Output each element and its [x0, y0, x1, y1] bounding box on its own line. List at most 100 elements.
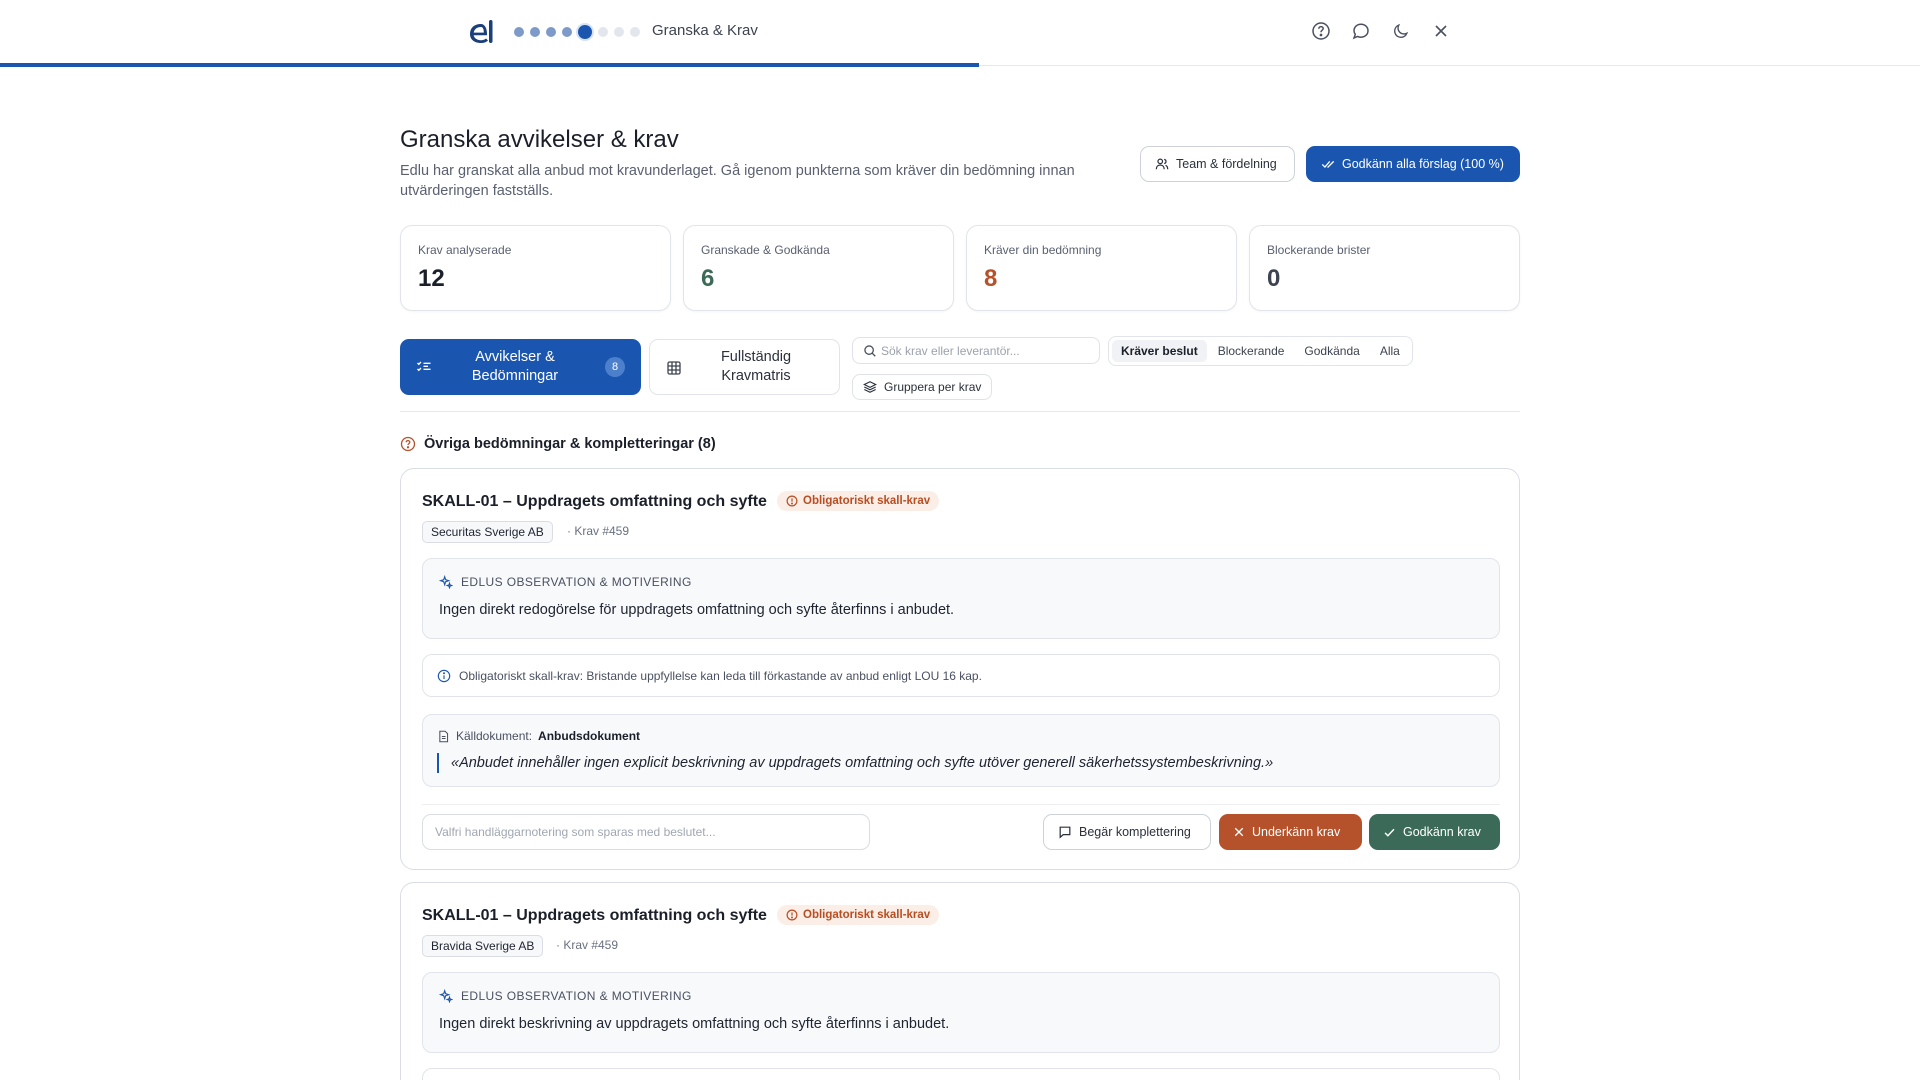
step-dot	[578, 25, 592, 39]
step-dot	[562, 27, 572, 37]
step-progress-dots	[514, 25, 640, 39]
request-completion-label: Begär komplettering	[1079, 825, 1191, 839]
table-grid-icon	[667, 361, 681, 375]
requirement-title: SKALL-01 – Uppdragets omfattning och syf…	[422, 907, 767, 924]
document-icon	[439, 730, 449, 742]
step-dot	[530, 27, 540, 37]
observation-heading-label: EDLUS OBSERVATION & MOTIVERING	[461, 575, 692, 589]
step-dot	[598, 27, 608, 37]
source-heading: Källdokument: Anbudsdokument	[437, 729, 640, 743]
approve-all-label: Godkänn alla förslag (100 %)	[1342, 157, 1504, 171]
users-icon	[1155, 158, 1169, 170]
team-distribution-button[interactable]: Team & fördelning	[1140, 146, 1295, 182]
moon-icon[interactable]	[1390, 20, 1412, 42]
chat-icon[interactable]	[1350, 20, 1372, 42]
tab-deviations[interactable]: Avvikelser & Bedömningar 8	[400, 339, 641, 395]
source-label: Källdokument:	[456, 729, 533, 743]
requirement-ref: · Krav #459	[556, 938, 619, 952]
stat-label: Blockerande brister	[1267, 243, 1371, 257]
approve-all-button[interactable]: Godkänn alla förslag (100 %)	[1306, 146, 1520, 182]
progress-bar	[0, 63, 980, 67]
reject-label: Underkänn krav	[1252, 825, 1341, 839]
sparkles-icon	[439, 989, 453, 1003]
observation-heading: EDLUS OBSERVATION & MOTIVERING	[439, 989, 692, 1003]
approve-label: Godkänn krav	[1403, 825, 1481, 839]
stat-value: 12	[418, 265, 445, 292]
stat-value: 0	[1267, 265, 1281, 292]
group-by-requirement-button[interactable]: Gruppera per krav	[852, 374, 993, 400]
filter-needs-decision[interactable]: Kräver beslut	[1112, 340, 1207, 362]
help-icon[interactable]	[1310, 20, 1332, 42]
search-placeholder: Sök krav eller leverantör...	[881, 343, 1020, 358]
divider	[400, 411, 1520, 412]
source-document-box: Källdokument: Anbudsdokument «Anbudet in…	[422, 714, 1500, 787]
request-completion-button[interactable]: Begär komplettering	[1043, 814, 1211, 850]
step-dot	[546, 27, 556, 37]
requirement-card: SKALL-01 – Uppdragets omfattning och syf…	[400, 468, 1520, 870]
tab-matrix-label: Fullständig Kravmatris	[720, 349, 792, 384]
edlu-logo	[470, 20, 493, 43]
check-icon	[1384, 828, 1395, 837]
alert-circle-icon	[786, 909, 798, 921]
observation-heading-label: EDLUS OBSERVATION & MOTIVERING	[461, 989, 692, 1003]
stat-label: Granskade & Godkända	[701, 243, 830, 257]
sparkles-icon	[439, 575, 453, 589]
observation-text: Ingen direkt redogörelse för uppdragets …	[439, 602, 955, 618]
tab-deviations-count: 8	[605, 357, 625, 377]
message-square-icon	[1059, 826, 1071, 839]
approve-requirement-button[interactable]: Godkänn krav	[1369, 814, 1500, 850]
stats-row: Krav analyserade 12 Granskade & Godkända…	[400, 225, 1520, 311]
stat-card-analyzed: Krav analyserade 12	[400, 225, 671, 311]
mandatory-badge: Obligatoriskt skall-krav	[777, 905, 940, 925]
status-filter-segmented: Kräver beslut Blockerande Godkända Alla	[1108, 336, 1413, 366]
x-icon	[1234, 827, 1244, 837]
list-check-icon	[417, 361, 431, 372]
stat-card-approved: Granskade & Godkända 6	[683, 225, 954, 311]
vendor-tag: Securitas Sverige AB	[422, 521, 553, 543]
source-doc-name: Anbudsdokument	[538, 729, 641, 743]
tab-requirements-matrix[interactable]: Fullständig Kravmatris	[649, 339, 840, 395]
info-text: Obligatoriskt skall-krav: Bristande uppf…	[459, 668, 982, 683]
step-dot	[630, 27, 640, 37]
group-by-label: Gruppera per krav	[884, 380, 982, 394]
filter-blocking[interactable]: Blockerande	[1209, 340, 1294, 362]
requirement-title: SKALL-01 – Uppdragets omfattning och syf…	[422, 493, 767, 510]
layers-icon	[863, 381, 877, 393]
observation-heading: EDLUS OBSERVATION & MOTIVERING	[439, 575, 692, 589]
stat-card-blocking: Blockerande brister 0	[1249, 225, 1520, 311]
observation-box: EDLUS OBSERVATION & MOTIVERING Ingen dir…	[422, 972, 1500, 1053]
info-notice: Obligatoriskt skall-krav: Bristande uppf…	[422, 654, 1500, 697]
source-quote: «Anbudet innehåller ingen explicit beskr…	[437, 753, 1273, 773]
team-distribution-label: Team & fördelning	[1176, 157, 1277, 171]
help-circle-icon	[400, 436, 416, 452]
tab-deviations-label: Avvikelser & Bedömningar	[471, 349, 559, 384]
stat-label: Kräver din bedömning	[984, 243, 1102, 257]
mandatory-badge-label: Obligatoriskt skall-krav	[803, 909, 931, 921]
stat-value: 8	[984, 265, 998, 292]
info-notice	[422, 1068, 1500, 1080]
card-divider	[422, 804, 1500, 805]
stat-card-needs-review: Kräver din bedömning 8	[966, 225, 1237, 311]
top-bar: Granska & Krav	[0, 0, 1920, 67]
section-heading: Övriga bedömningar & kompletteringar (8)	[400, 436, 716, 452]
stat-label: Krav analyserade	[418, 243, 512, 257]
reject-requirement-button[interactable]: Underkänn krav	[1219, 814, 1362, 850]
vendor-tag: Bravida Sverige AB	[422, 935, 544, 957]
step-dot	[514, 27, 524, 37]
search-icon	[864, 345, 876, 357]
info-icon	[437, 669, 451, 682]
section-title: Övriga bedömningar & kompletteringar (8)	[424, 436, 716, 452]
close-icon[interactable]	[1430, 20, 1452, 42]
mandatory-badge: Obligatoriskt skall-krav	[777, 491, 940, 511]
search-input[interactable]: Sök krav eller leverantör...	[852, 337, 1100, 364]
alert-circle-icon	[786, 495, 798, 507]
filter-approved[interactable]: Godkända	[1295, 340, 1368, 362]
page-subtitle: Edlu har granskat alla anbud mot kravund…	[400, 163, 1075, 199]
observation-box: EDLUS OBSERVATION & MOTIVERING Ingen dir…	[422, 558, 1500, 639]
filter-all[interactable]: Alla	[1371, 340, 1409, 362]
note-input[interactable]	[422, 814, 870, 850]
stat-value: 6	[701, 265, 715, 292]
page-title: Granska avvikelser & krav	[400, 126, 679, 153]
step-title: Granska & Krav	[652, 22, 758, 39]
mandatory-badge-label: Obligatoriskt skall-krav	[803, 495, 931, 507]
